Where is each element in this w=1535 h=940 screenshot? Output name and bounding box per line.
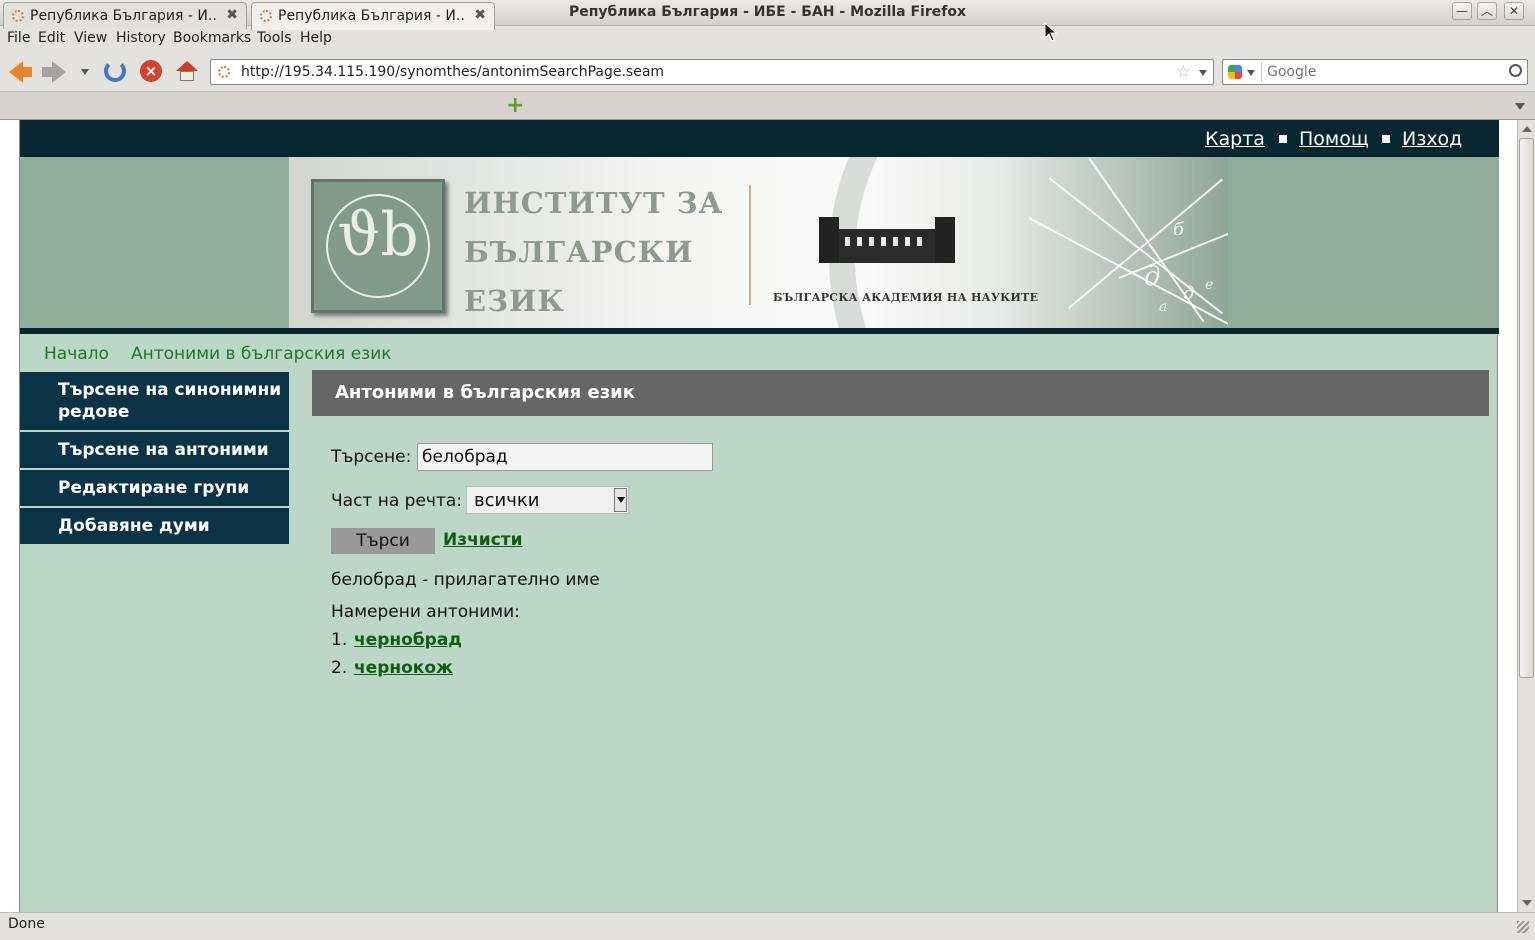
logo-monogram: ϑb [337,200,419,270]
site-page: Карта Помощ Изход ϑb ИНСТИТУТ ЗА БЪЛГАРС… [19,120,1499,912]
banner-letter: д [1183,283,1195,304]
vertical-scrollbar[interactable] [1517,120,1535,912]
maximize-button[interactable]: ︿ [1477,2,1497,20]
engine-dropdown-icon[interactable] [1247,70,1255,76]
menu-tools[interactable]: Tools [257,30,292,46]
bookmark-star-icon[interactable]: ☆ [1176,62,1191,82]
scroll-thumb[interactable] [1519,138,1534,678]
banner-letter: д [1144,262,1161,292]
breadcrumb-home[interactable]: Начало [44,344,109,364]
sidebar-item-antonym-search[interactable]: Търсене на антоними [20,432,289,470]
close-window-button[interactable]: ✕ [1504,2,1524,20]
google-engine-icon[interactable] [1228,65,1242,79]
result-number: 2. [331,658,348,678]
institute-name-line: ИНСТИТУТ ЗА [464,186,724,220]
top-links-bar: Карта Помощ Изход [20,120,1499,157]
antonym-search-input[interactable] [417,443,713,471]
url-history-dropdown-icon[interactable] [1199,70,1207,76]
scroll-up-arrow-icon[interactable] [1522,126,1532,132]
url-text[interactable]: http://195.34.115.190/synomthes/antonimS… [241,64,664,80]
web-search-input[interactable] [1261,62,1501,82]
menu-history[interactable]: History [116,30,166,46]
search-label: Търсене: [331,447,412,467]
banner-letter: е [1205,277,1214,293]
separator-square [1382,135,1390,143]
institute-logo: ϑb [311,179,445,313]
search-button[interactable]: Търси [331,528,435,554]
home-icon[interactable] [176,61,198,81]
sidebar-menu: Търсене на синонимни редове Търсене на а… [20,372,289,546]
back-arrow-icon [9,61,32,83]
page-viewport: Карта Помощ Изход ϑb ИНСТИТУТ ЗА БЪЛГАРС… [0,120,1517,912]
back-button[interactable] [7,60,33,84]
status-bar: Done [0,912,1535,940]
institute-name-line: ЕЗИК [464,284,565,318]
history-dropdown-icon[interactable] [81,69,89,75]
tab-close-icon[interactable]: ✖ [226,7,238,23]
institute-banner: ϑb ИНСТИТУТ ЗА БЪЛГАРСКИ ЕЗИК БЪЛГАРСКА … [289,157,1228,328]
tab-loading-icon [12,10,24,22]
menu-bookmarks[interactable]: Bookmarks [173,30,251,46]
separator-square [1279,135,1287,143]
found-antonyms-label: Намерени антоними: [331,602,520,622]
select-arrow-icon[interactable] [614,488,627,512]
sidebar-item-synonym-search[interactable]: Търсене на синонимни редове [20,372,289,432]
menu-help[interactable]: Help [300,30,332,46]
address-bar[interactable]: http://195.34.115.190/synomthes/antonimS… [210,59,1214,85]
tab-list-dropdown-icon[interactable] [1515,103,1525,110]
part-of-speech-select[interactable]: всички [466,486,629,514]
banner-bottom-rule [20,328,1499,334]
tab-label: Република България - И... [30,8,216,24]
forward-button[interactable] [40,60,66,84]
menu-edit[interactable]: Edit [38,30,65,46]
part-of-speech-label: Част на речта: [331,491,463,511]
tab-strip [0,92,1535,120]
stop-icon[interactable]: × [140,60,162,82]
sidebar-item-add-words[interactable]: Добавяне думи [20,508,289,546]
map-link[interactable]: Карта [1205,128,1265,150]
part-of-speech-value: всички [474,490,540,511]
resize-grip-icon[interactable] [1517,921,1529,933]
tab-label: Република България - И... [278,8,464,24]
search-magnifier-icon[interactable] [1509,64,1522,77]
help-link[interactable]: Помощ [1299,128,1369,150]
reload-icon[interactable] [104,60,126,82]
antonym-result-link[interactable]: чернокож [354,658,453,678]
academy-building-image [819,217,955,263]
page-title: Антоними в българския език [312,370,1489,416]
menu-view[interactable]: View [74,30,107,46]
institute-name: ИНСТИТУТ ЗА БЪЛГАРСКИ ЕЗИК [464,179,724,326]
web-search-bar[interactable] [1222,59,1528,85]
banner-divider [749,185,751,305]
tab-close-icon[interactable]: ✖ [474,7,486,23]
status-text: Done [8,916,45,932]
banner-letter: а [1159,299,1168,315]
menubar: File Edit View History Bookmarks Tools H… [0,26,1535,52]
logout-link[interactable]: Изход [1402,128,1462,150]
result-number: 1. [331,630,348,650]
new-tab-button[interactable]: + [506,95,524,117]
tab-2[interactable]: Република България - И... ✖ [251,2,495,30]
minimize-button[interactable]: — [1452,2,1472,20]
antonym-result-link[interactable]: чернобрад [354,630,462,650]
clear-link[interactable]: Изчисти [443,530,523,550]
breadcrumb-current[interactable]: Антоними в българския език [131,344,392,364]
academy-name: БЪЛГАРСКА АКАДЕМИЯ НА НАУКИТЕ [773,291,1039,304]
menu-file[interactable]: File [7,30,30,46]
site-loading-icon [218,66,230,78]
institute-name-line: БЪЛГАРСКИ [464,235,694,269]
scroll-down-arrow-icon[interactable] [1522,900,1532,906]
result-word: белобрад - прилагателно име [331,570,600,590]
tab-loading-icon [260,10,272,22]
sidebar-item-edit-groups[interactable]: Редактиране групи [20,470,289,508]
banner-letter: б [1173,219,1184,240]
tab-1[interactable]: Република България - И... ✖ [3,2,247,29]
forward-arrow-icon [42,61,66,83]
